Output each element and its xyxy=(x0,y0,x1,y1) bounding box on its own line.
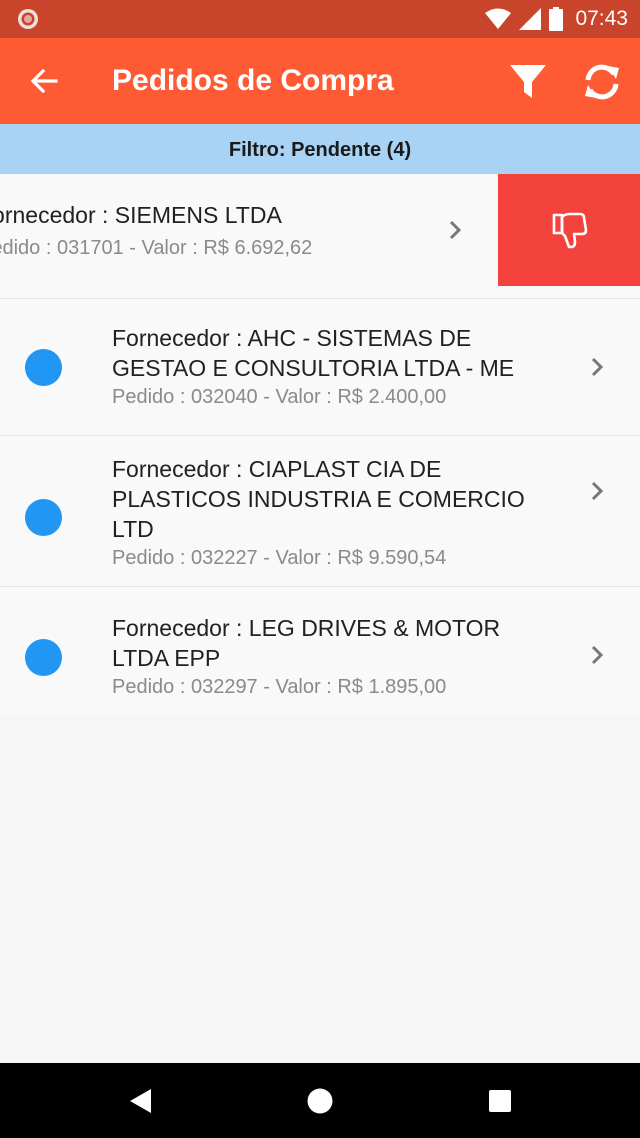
back-triangle-icon xyxy=(130,1089,151,1113)
list-item-text: Fornecedor : CIAPLAST CIA DE PLASTICOS I… xyxy=(112,454,525,572)
battery-icon xyxy=(549,7,564,31)
supplier-name-line1: Fornecedor : LEG DRIVES & MOTOR xyxy=(112,615,501,641)
status-bar: 07:43 xyxy=(0,0,640,38)
notification-circle-icon xyxy=(18,9,38,29)
chevron-right-icon[interactable] xyxy=(588,355,606,379)
chevron-right-icon[interactable] xyxy=(588,479,606,503)
supplier-name-line3: LTD xyxy=(112,516,154,542)
nav-recents-button[interactable] xyxy=(486,1087,514,1115)
supplier-name-line1: Fornecedor : AHC - SISTEMAS DE xyxy=(112,325,472,351)
supplier-name-line2: GESTAO E CONSULTORIA LTDA - ME xyxy=(112,355,515,381)
list-item[interactable]: Fornecedor : LEG DRIVES & MOTOR LTDA EPP… xyxy=(0,587,640,715)
refresh-button[interactable] xyxy=(578,58,626,106)
home-circle-icon xyxy=(307,1088,333,1114)
chevron-right-icon xyxy=(449,220,462,240)
supplier-name-line1: Fornecedor : CIAPLAST CIA DE xyxy=(112,456,442,482)
list-item[interactable]: Fornecedor : CIAPLAST CIA DE PLASTICOS I… xyxy=(0,436,640,587)
order-detail: Pedido : 032227 - Valor : R$ 9.590,54 xyxy=(112,547,447,569)
order-detail: Pedido : 032297 - Valor : R$ 1.895,00 xyxy=(112,676,447,698)
filter-icon xyxy=(510,65,546,98)
list-item-text: Fornecedor : AHC - SISTEMAS DE GESTAO E … xyxy=(112,323,514,411)
app-bar: Pedidos de Compra xyxy=(0,38,640,124)
arrow-left-icon xyxy=(30,69,58,93)
list-item-text: Fornecedor : LEG DRIVES & MOTOR LTDA EPP… xyxy=(112,613,500,701)
orders-list: Fornecedor : SIEMENS LTDA Pedido : 03170… xyxy=(0,174,640,715)
nav-back-button[interactable] xyxy=(126,1087,154,1115)
supplier-name: Fornecedor : SIEMENS LTDA xyxy=(0,202,282,228)
thumbs-down-icon xyxy=(552,212,588,249)
wifi-icon xyxy=(485,8,512,29)
status-icons: 07:43 xyxy=(485,0,628,38)
pending-status-dot xyxy=(25,639,62,676)
refresh-icon xyxy=(585,64,619,100)
reject-button[interactable] xyxy=(498,174,640,286)
filter-button[interactable] xyxy=(504,58,552,106)
page-title: Pedidos de Compra xyxy=(112,64,394,97)
supplier-name-line2: PLASTICOS INDUSTRIA E COMERCIO xyxy=(112,486,525,512)
nav-home-button[interactable] xyxy=(306,1087,334,1115)
list-item[interactable]: Fornecedor : AHC - SISTEMAS DE GESTAO E … xyxy=(0,299,640,436)
recents-square-icon xyxy=(489,1090,511,1112)
system-nav-bar xyxy=(0,1063,640,1138)
pending-status-dot xyxy=(25,499,62,536)
order-detail: Pedido : 032040 - Valor : R$ 2.400,00 xyxy=(112,386,447,408)
list-item[interactable]: Fornecedor : SIEMENS LTDA Pedido : 03170… xyxy=(0,174,640,299)
chevron-right-icon[interactable] xyxy=(588,643,606,667)
order-detail: Pedido : 031701 - Valor : R$ 6.692,62 xyxy=(0,237,313,259)
back-button[interactable] xyxy=(22,59,66,103)
status-time: 07:43 xyxy=(575,7,628,30)
filter-status-bar[interactable]: Filtro: Pendente (4) xyxy=(0,124,640,174)
pending-status-dot xyxy=(25,349,62,386)
supplier-name-line2: LTDA EPP xyxy=(112,645,221,671)
list-item-content[interactable]: Fornecedor : SIEMENS LTDA Pedido : 03170… xyxy=(0,174,478,286)
signal-icon xyxy=(519,8,542,30)
